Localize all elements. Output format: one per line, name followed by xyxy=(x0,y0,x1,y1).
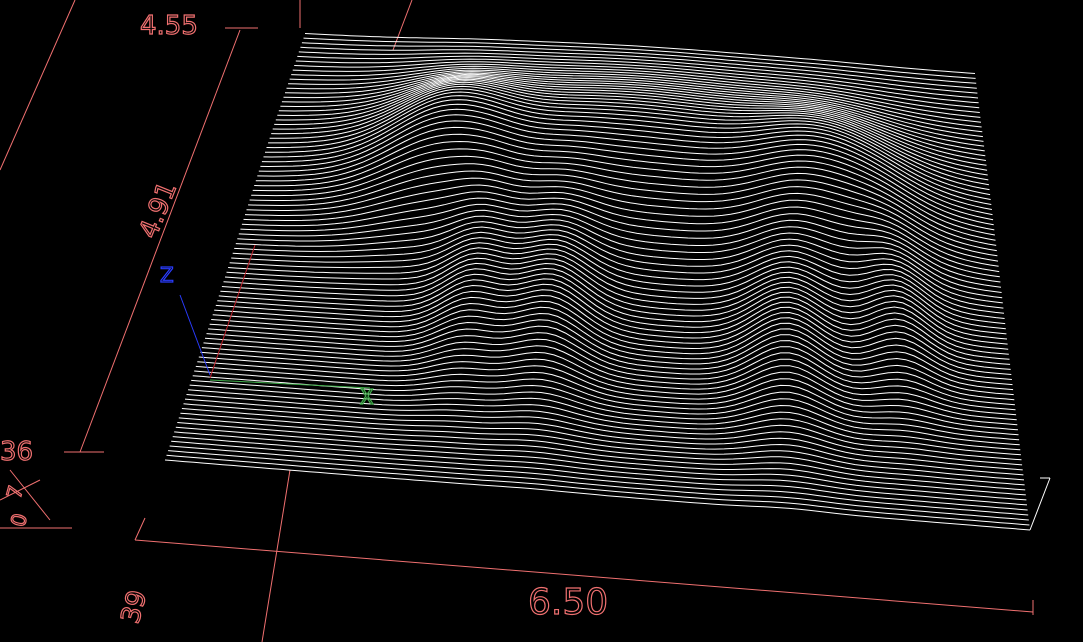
dim-label-width: 6.50 xyxy=(528,582,608,623)
dim-label-height-top: 4.55 xyxy=(140,11,198,41)
3d-viewport[interactable]: 4.55 4.91 36 6.50 39 7 0 Z X xyxy=(0,0,1083,642)
x-axis-label: X xyxy=(360,385,374,409)
dim-label-left-partial: 36 xyxy=(0,437,33,467)
z-axis-label: Z xyxy=(160,263,174,287)
